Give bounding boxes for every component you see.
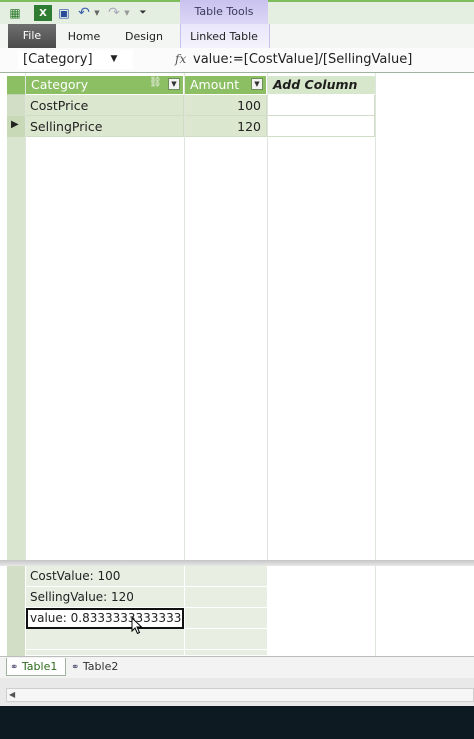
relationship-icon: ⛓ bbox=[149, 77, 162, 88]
tab-file[interactable]: File bbox=[8, 24, 56, 48]
data-grid bbox=[0, 73, 474, 562]
undo-icon[interactable]: ↶ bbox=[76, 5, 92, 21]
sheet-tab-label: Table1 bbox=[21, 660, 58, 673]
measure-cell-empty[interactable] bbox=[185, 608, 267, 629]
measure-cell-empty[interactable] bbox=[26, 629, 184, 650]
row-selector-empty bbox=[7, 137, 25, 561]
scroll-left-icon[interactable]: ◀ bbox=[9, 689, 15, 701]
table-cell[interactable]: CostPrice bbox=[26, 95, 184, 116]
column-header-label: Amount bbox=[190, 77, 240, 92]
sheet-tab-table1[interactable]: ⚭ Table1 bbox=[6, 658, 66, 676]
column-header-amount[interactable]: Amount ▼ bbox=[185, 76, 267, 94]
excel-app-icon[interactable]: X bbox=[34, 5, 52, 21]
tab-linked-table[interactable]: Linked Table bbox=[180, 24, 268, 48]
current-row-icon: ▶ bbox=[11, 119, 19, 130]
table-cell[interactable]: SellingPrice bbox=[26, 116, 184, 137]
mouse-cursor-icon bbox=[131, 617, 143, 635]
add-column-header[interactable]: Add Column bbox=[268, 76, 375, 94]
table-cell-empty[interactable] bbox=[268, 95, 375, 116]
taskbar bbox=[0, 706, 474, 739]
table-cell[interactable]: 100 bbox=[185, 95, 267, 116]
save-icon[interactable]: ▣ bbox=[56, 5, 72, 21]
row-selector-active[interactable]: ▶ bbox=[7, 116, 25, 138]
formula-input[interactable]: value:=[CostValue]/[SellingValue] bbox=[193, 50, 473, 69]
filter-dropdown-icon[interactable]: ▼ bbox=[168, 78, 180, 90]
measure-cell[interactable]: SellingValue: 120 bbox=[26, 587, 184, 608]
sheet-tab-label: Table2 bbox=[82, 660, 119, 673]
table-cell-empty[interactable] bbox=[268, 116, 375, 137]
measure-cell-empty[interactable] bbox=[185, 629, 267, 650]
column-divider bbox=[375, 566, 376, 656]
table-tools-context-group: Table Tools bbox=[180, 0, 268, 24]
column-header-category[interactable]: Category ⛓ ▼ bbox=[26, 76, 184, 94]
redo-dropdown-icon[interactable]: ▼ bbox=[123, 5, 131, 21]
tab-home[interactable]: Home bbox=[62, 24, 106, 48]
column-header-label: Category bbox=[31, 77, 89, 92]
row-selector[interactable] bbox=[7, 95, 25, 117]
measure-cell-empty[interactable] bbox=[185, 566, 267, 587]
measure-cell-empty[interactable] bbox=[185, 587, 267, 608]
measure-cell-selected[interactable]: value: 0.833333333333333... bbox=[26, 608, 184, 629]
fx-icon[interactable]: fx bbox=[175, 50, 191, 69]
undo-dropdown-icon[interactable]: ▼ bbox=[93, 5, 101, 21]
sheet-tab-table2[interactable]: ⚭ Table2 bbox=[68, 658, 129, 676]
chevron-down-icon[interactable]: ▼ bbox=[108, 50, 120, 69]
measure-cell[interactable]: CostValue: 100 bbox=[26, 566, 184, 587]
redo-icon[interactable]: ↷ bbox=[106, 5, 122, 21]
filter-dropdown-icon[interactable]: ▼ bbox=[251, 78, 263, 90]
tab-design[interactable]: Design bbox=[118, 24, 170, 48]
customize-icon[interactable]: ⏷ bbox=[137, 5, 149, 21]
excel-icon[interactable]: ▦ bbox=[8, 5, 22, 21]
table-cell[interactable]: 120 bbox=[185, 116, 267, 137]
calc-row-selector bbox=[7, 566, 25, 656]
link-icon: ⚭ bbox=[10, 662, 19, 673]
select-all-corner[interactable] bbox=[7, 76, 25, 95]
horizontal-scrollbar[interactable]: ◀ bbox=[6, 688, 474, 702]
link-icon: ⚭ bbox=[71, 662, 80, 673]
